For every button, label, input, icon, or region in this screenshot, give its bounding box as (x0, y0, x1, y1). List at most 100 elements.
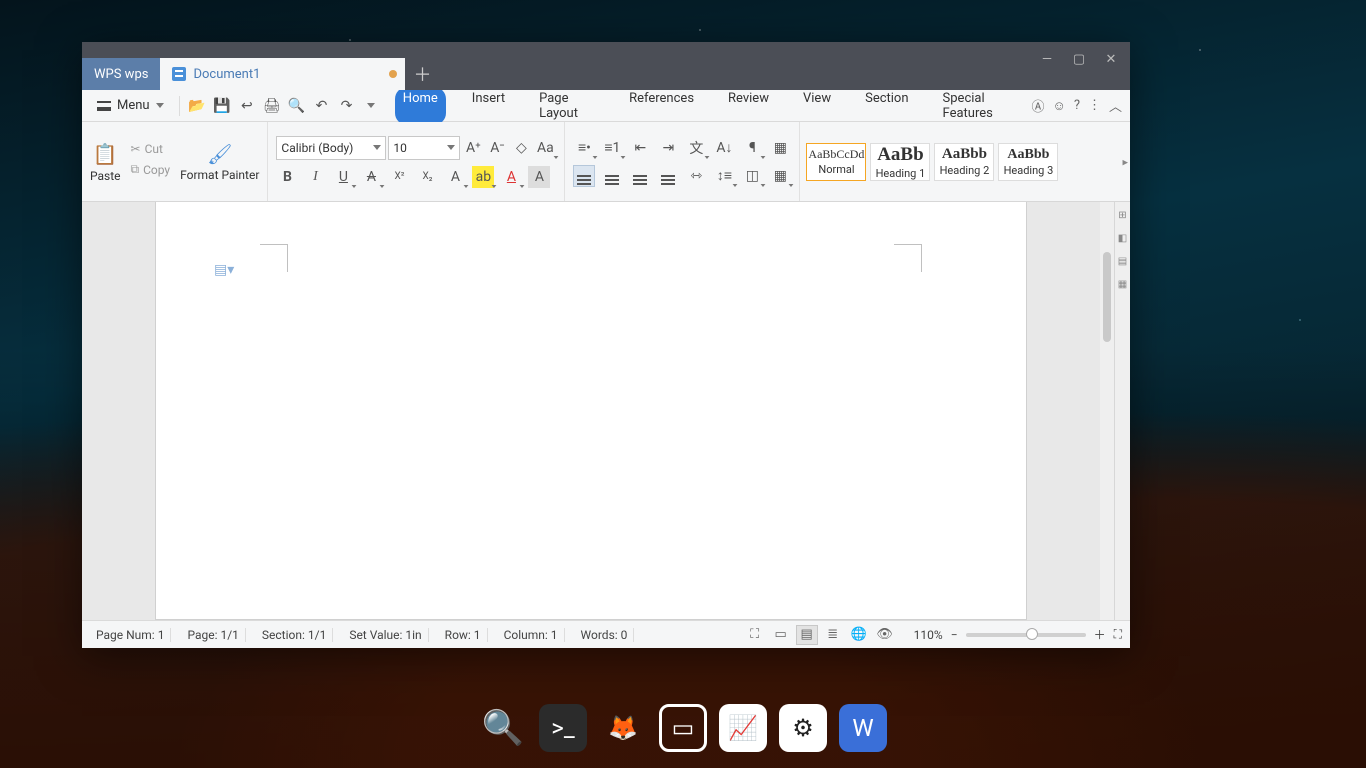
style-gallery-more-icon[interactable]: ▸ (1122, 155, 1128, 168)
view-fullscreen-icon[interactable]: ⛶ (744, 625, 766, 645)
zoom-in-button[interactable]: ＋ (1094, 626, 1106, 643)
vertical-scrollbar[interactable] (1100, 202, 1114, 620)
zoom-slider[interactable] (966, 633, 1086, 637)
ribbon-tab-section[interactable]: Section (857, 87, 916, 125)
font-name-combo[interactable]: Calibri (Body) (276, 136, 386, 160)
window-minimize-button[interactable]: — (1032, 46, 1062, 72)
view-eye-icon[interactable]: 👁 (874, 625, 896, 645)
dock-search[interactable]: 🔍 (479, 704, 527, 752)
text-direction-button[interactable]: 文 (685, 137, 707, 159)
grow-font-icon[interactable]: A⁺ (462, 137, 484, 159)
bold-button[interactable]: B (276, 166, 298, 188)
style-normal[interactable]: AaBbCcDd Normal (806, 143, 866, 181)
window-maximize-button[interactable]: ▢ (1064, 46, 1094, 72)
open-icon[interactable]: 📂 (188, 96, 207, 116)
redo-icon[interactable]: ↷ (337, 96, 356, 116)
ribbon-tab-view[interactable]: View (795, 87, 839, 125)
line-spacing-button[interactable]: ↕≡ (713, 165, 735, 187)
paragraph-spacing-button[interactable]: ¶ (741, 137, 763, 159)
align-center-button[interactable] (601, 165, 623, 187)
align-left-button[interactable] (573, 165, 595, 187)
ribbon-tab-review[interactable]: Review (720, 87, 777, 125)
side-tool-icon[interactable]: ⊞ (1118, 210, 1126, 221)
status-page-num[interactable]: Page Num: 1 (90, 628, 171, 642)
ribbon-tab-home[interactable]: Home (395, 87, 446, 125)
format-painter-button[interactable]: 🖌 Format Painter (180, 140, 259, 182)
zoom-value[interactable]: 110% (914, 628, 943, 642)
shading-fill-button[interactable]: ◫ (741, 165, 763, 187)
ribbon-tab-special[interactable]: Special Features (935, 87, 1026, 125)
bullets-button[interactable]: ≡• (573, 137, 595, 159)
scroll-thumb[interactable] (1103, 252, 1111, 342)
view-outline-icon[interactable]: ≣ (822, 625, 844, 645)
underline-button[interactable]: U (332, 166, 354, 188)
style-heading1[interactable]: AaBb Heading 1 (870, 143, 930, 181)
view-web-icon[interactable]: 🌐 (848, 625, 870, 645)
ribbon-tab-references[interactable]: References (621, 87, 702, 125)
side-tool-icon[interactable]: ◧ (1118, 233, 1127, 244)
fit-screen-icon[interactable]: ⛶ (1114, 627, 1122, 642)
view-print-layout-icon[interactable]: ▤ (796, 625, 818, 645)
dock-monitor[interactable]: 📈 (719, 704, 767, 752)
status-set-value[interactable]: Set Value: 1in (343, 628, 428, 642)
document-outline-icon[interactable]: ▤▾ (214, 262, 234, 278)
collapse-ribbon-icon[interactable]: ︿ (1109, 96, 1122, 115)
numbering-button[interactable]: ≡1 (601, 137, 623, 159)
style-heading2[interactable]: AaBbb Heading 2 (934, 143, 994, 181)
subscript-button[interactable]: X₂ (416, 166, 438, 188)
align-justify-button[interactable] (657, 165, 679, 187)
dock-wps[interactable]: W (839, 704, 887, 752)
tab-app[interactable]: WPS wps (82, 58, 160, 90)
shrink-font-icon[interactable]: A⁻ (486, 137, 508, 159)
tab-new[interactable]: ＋ (405, 58, 439, 90)
text-effects-button[interactable]: A (444, 166, 466, 188)
clear-format-icon[interactable]: ◇ (510, 137, 532, 159)
export-icon[interactable]: ↩︎ (237, 96, 256, 116)
status-words[interactable]: Words: 0 (575, 628, 635, 642)
more-chevron-icon[interactable] (362, 96, 381, 116)
borders-top-button[interactable]: ▦ (769, 137, 791, 159)
feedback-icon[interactable]: ☺ (1053, 98, 1066, 114)
align-right-button[interactable] (629, 165, 651, 187)
font-color-button[interactable]: A (500, 166, 522, 188)
increase-indent-button[interactable]: ⇥ (657, 137, 679, 159)
style-heading3[interactable]: AaBbb Heading 3 (998, 143, 1058, 181)
ribbon-tab-insert[interactable]: Insert (464, 87, 513, 125)
paste-button[interactable]: 📋 Paste (90, 140, 121, 183)
side-tool-icon[interactable]: ▤ (1118, 256, 1127, 267)
char-panel-icon[interactable]: Ⓐ (1032, 96, 1045, 115)
zoom-slider-knob[interactable] (1026, 628, 1038, 640)
dock-firefox[interactable]: 🦊 (599, 704, 647, 752)
copy-button[interactable]: ⧉ Copy (127, 160, 175, 179)
save-icon[interactable]: 💾 (212, 96, 231, 116)
status-page[interactable]: Page: 1/1 (181, 628, 245, 642)
border-button[interactable]: ▦ (769, 165, 791, 187)
font-size-combo[interactable]: 10 (388, 136, 460, 160)
superscript-button[interactable]: X² (388, 166, 410, 188)
menu-button[interactable]: Menu (90, 95, 171, 116)
sort-button[interactable]: A↓ (713, 137, 735, 159)
side-tool-icon[interactable]: ▦ (1118, 279, 1127, 290)
window-close-button[interactable]: ✕ (1096, 46, 1126, 72)
strikethrough-button[interactable]: A (360, 166, 382, 188)
undo-icon[interactable]: ↶ (312, 96, 331, 116)
print-preview-icon[interactable]: 🔍 (287, 96, 306, 116)
shading-button[interactable]: A (528, 166, 550, 188)
dock-settings[interactable]: ⚙ (779, 704, 827, 752)
decrease-indent-button[interactable]: ⇤ (629, 137, 651, 159)
status-column[interactable]: Column: 1 (498, 628, 565, 642)
help-icon[interactable]: ? (1074, 98, 1080, 113)
dock-terminal[interactable]: >_ (539, 704, 587, 752)
dock-files[interactable]: ▭ (659, 704, 707, 752)
highlight-button[interactable]: ab (472, 166, 494, 188)
document-page[interactable]: ▤▾ (155, 202, 1027, 620)
status-row[interactable]: Row: 1 (439, 628, 488, 642)
status-section[interactable]: Section: 1/1 (256, 628, 333, 642)
tab-document[interactable]: Document1 (160, 58, 405, 90)
view-read-icon[interactable]: ▭ (770, 625, 792, 645)
distributed-button[interactable]: ⇿ (685, 165, 707, 187)
zoom-out-button[interactable]: − (951, 628, 958, 642)
print-icon[interactable]: 🖨 (262, 96, 281, 116)
ribbon-tab-page-layout[interactable]: Page Layout (531, 87, 603, 125)
italic-button[interactable]: I (304, 166, 326, 188)
